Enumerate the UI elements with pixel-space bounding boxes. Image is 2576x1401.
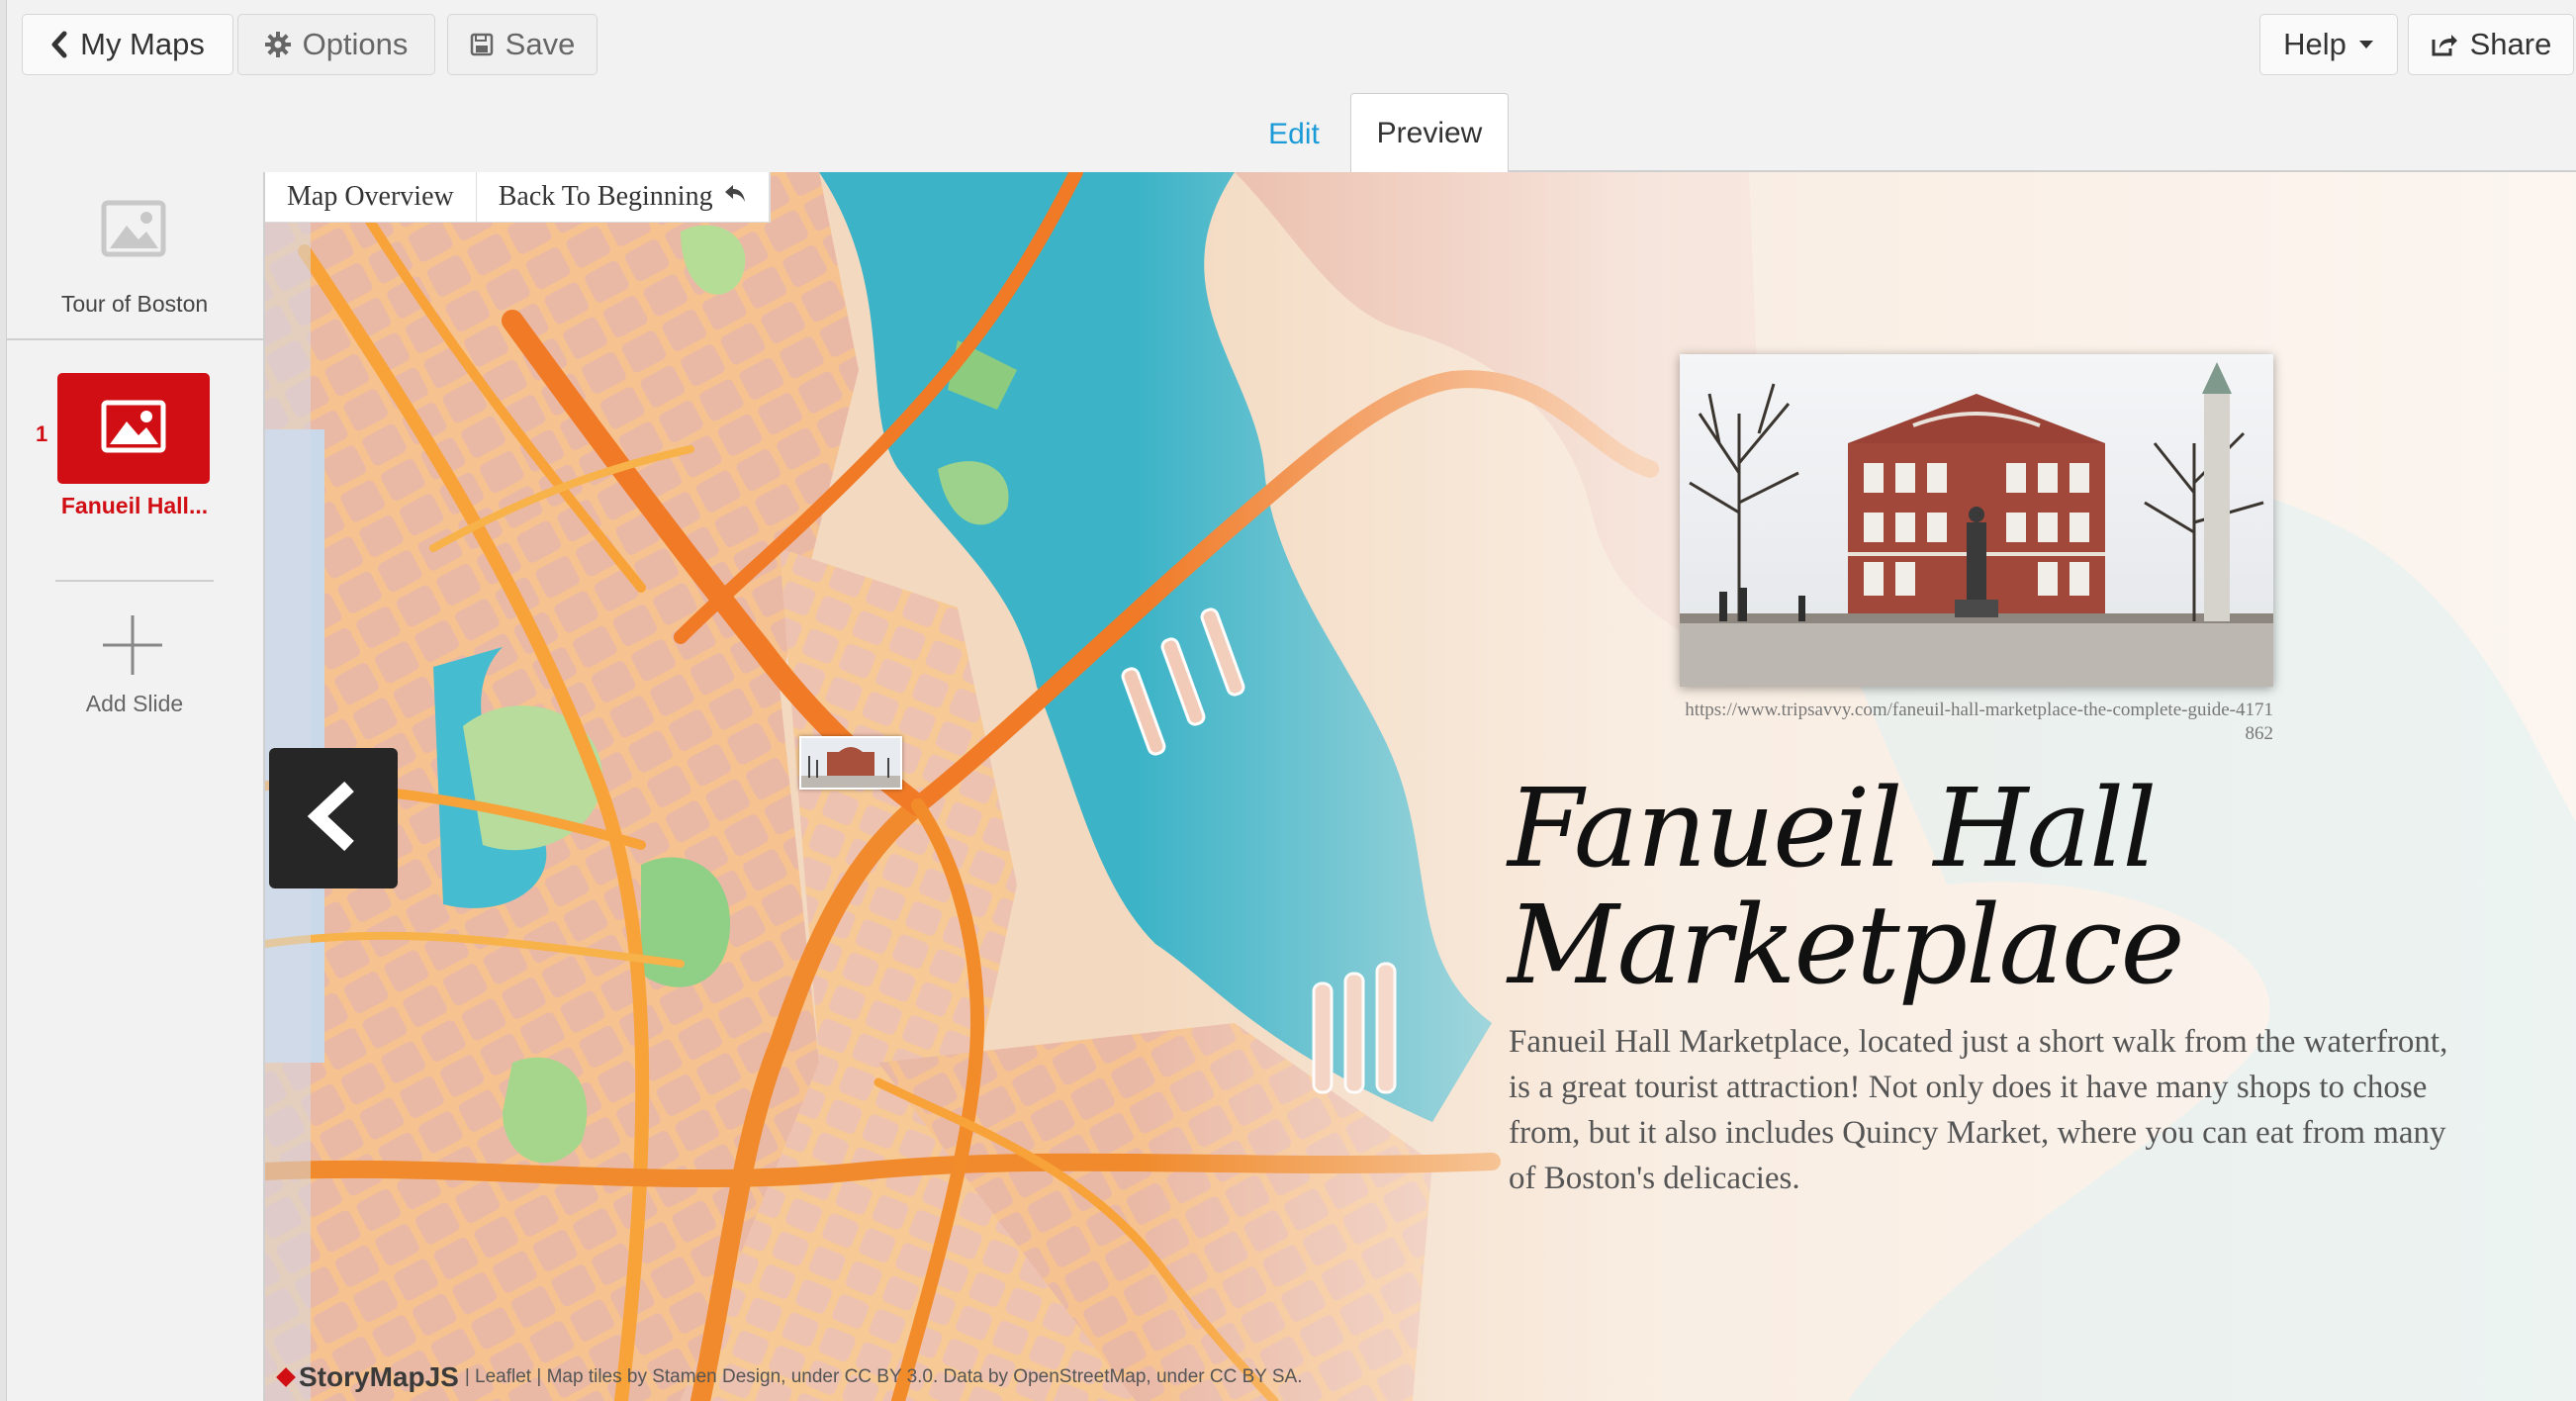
slide-number: 1	[36, 421, 48, 446]
add-slide-label: Add Slide	[85, 691, 184, 716]
image-icon	[101, 400, 166, 458]
image-icon	[101, 200, 166, 262]
sidebar-divider	[6, 338, 263, 340]
slide-photo	[1680, 354, 2273, 687]
previous-slide-button[interactable]	[269, 748, 398, 888]
slide-item-label: Fanueil Hall...	[60, 493, 209, 518]
help-button[interactable]: Help	[2259, 14, 2398, 75]
caret-down-icon	[2358, 40, 2374, 49]
map-overview-button[interactable]: Map Overview	[265, 172, 477, 222]
marker-photo-icon	[801, 738, 900, 788]
map-attribution: StoryMapJS | Leaflet | Map tiles by Stam…	[276, 1361, 1303, 1393]
share-button[interactable]: Share	[2408, 14, 2574, 75]
map-nav: Map Overview Back To Beginning	[265, 172, 771, 223]
chevron-left-icon	[306, 781, 361, 857]
options-button[interactable]: Options	[237, 14, 435, 75]
map-canvas[interactable]: Map Overview Back To Beginning https://w…	[263, 172, 2576, 1401]
chevron-left-icon	[50, 31, 68, 58]
my-maps-button[interactable]: My Maps	[22, 14, 233, 75]
storymap-logo-icon	[276, 1367, 296, 1387]
back-to-beginning-label: Back To Beginning	[498, 181, 713, 212]
slide-body-text: Fanueil Hall Marketplace, located just a…	[1509, 1024, 2448, 1196]
attribution-brand[interactable]: StoryMapJS	[299, 1361, 459, 1393]
share-icon	[2431, 32, 2458, 57]
slide-headline: Fanueil Hall Marketplace	[1508, 765, 2185, 1008]
attribution-text[interactable]: | Leaflet | Map tiles by Stamen Design, …	[465, 1366, 1303, 1388]
slide-sidebar: Tour of Boston 1 Fanueil Hall... Add Sli…	[6, 158, 263, 1401]
slide-thumb-active[interactable]	[57, 373, 210, 484]
map-marker[interactable]	[799, 736, 902, 790]
plus-icon	[101, 613, 164, 682]
slide-overview[interactable]: Tour of Boston	[6, 158, 263, 336]
tab-preview[interactable]: Preview	[1350, 93, 1509, 172]
my-maps-label: My Maps	[80, 27, 205, 61]
floppy-disk-icon	[470, 33, 494, 56]
tab-edit[interactable]: Edit	[1239, 97, 1349, 172]
help-label: Help	[2283, 27, 2346, 61]
gear-icon	[264, 32, 291, 57]
save-label: Save	[505, 27, 576, 61]
back-to-beginning-button[interactable]: Back To Beginning	[477, 172, 770, 222]
slide-overview-label: Tour of Boston	[60, 291, 209, 317]
add-slide-button[interactable]: Add Slide	[6, 594, 263, 716]
options-label: Options	[302, 27, 409, 61]
share-label: Share	[2469, 27, 2552, 61]
image-credit[interactable]: https://www.tripsavvy.com/faneuil-hall-m…	[1680, 699, 2273, 746]
save-button[interactable]: Save	[447, 14, 598, 75]
map-overview-label: Map Overview	[287, 181, 454, 212]
faneuil-hall-photo-icon	[1680, 354, 2273, 687]
sidebar-divider	[55, 580, 214, 582]
reply-arrow-icon	[723, 181, 747, 213]
